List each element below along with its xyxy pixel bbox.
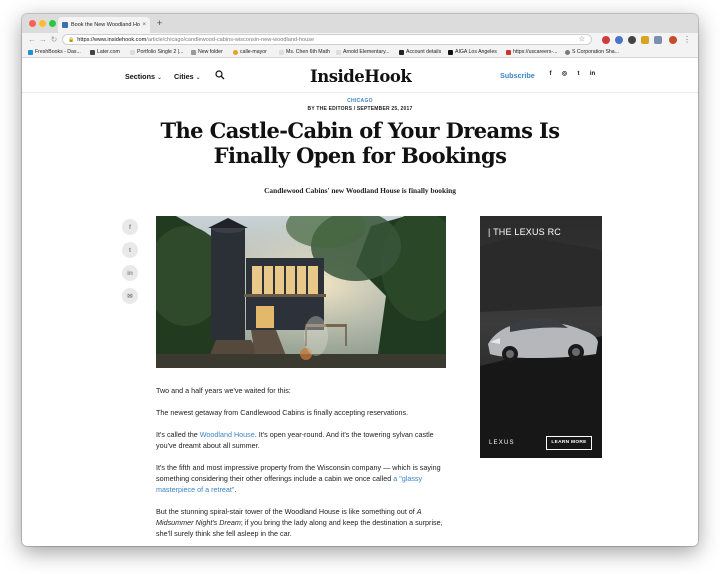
- bookmark-label: Ms. Chen 6th Math: [286, 49, 330, 55]
- hero-image: [156, 216, 446, 368]
- bookmark-item[interactable]: Account details: [399, 49, 441, 55]
- browser-toolbar: ← → ↻ 🔒 https://www.insidehook.com/artic…: [22, 33, 698, 47]
- bookmark-label: https://uscareers-...: [513, 49, 558, 55]
- bookmark-item[interactable]: New folder: [191, 49, 223, 55]
- sections-menu-button[interactable]: Sections ⌄: [125, 72, 162, 81]
- extension-icon[interactable]: [628, 36, 636, 44]
- article-byline: BY THE EDITORS / SEPTEMBER 25, 2017: [307, 106, 413, 112]
- bookmark-favicon-icon: [130, 49, 135, 55]
- tab-favicon-icon: [62, 22, 68, 28]
- tab-title: Book the New Woodland House: [71, 22, 140, 28]
- bookmark-item[interactable]: Arnold Elementary...: [336, 49, 390, 55]
- zoom-window-button[interactable]: [49, 20, 56, 27]
- paragraph-text: .: [234, 485, 237, 494]
- cities-label: Cities: [174, 72, 194, 81]
- article-paragraph: It's called the Woodland House. It's ope…: [156, 429, 448, 451]
- new-tab-button[interactable]: +: [154, 18, 165, 29]
- ad-headline: | THE LEXUS RC: [488, 227, 561, 237]
- paragraph-text: It's called the: [156, 430, 200, 439]
- chevron-down-icon: ⌄: [156, 75, 162, 81]
- article-headline: The Castle-Cabin of Your Dreams Is Final…: [160, 118, 560, 168]
- cities-menu-button[interactable]: Cities ⌄: [174, 72, 201, 81]
- bookmark-item[interactable]: calle-mayor: [233, 49, 267, 55]
- article-paragraph: The newest getaway from Candlewood Cabin…: [156, 408, 409, 417]
- web-page: Sections ⌄ Cities ⌄ InsideHook Subscribe f…: [22, 58, 698, 546]
- pinterest-extension-icon[interactable]: [602, 36, 610, 44]
- site-logo[interactable]: InsideHook: [310, 67, 412, 86]
- bookmark-item[interactable]: AIGA Los Angeles: [448, 49, 497, 55]
- bookmark-item[interactable]: https://uscareers-...: [506, 49, 557, 55]
- site-header: Sections ⌄ Cities ⌄ InsideHook Subscribe f…: [22, 58, 698, 93]
- bookmark-item[interactable]: Ms. Chen 6th Math: [279, 49, 330, 55]
- tab-close-icon[interactable]: ×: [142, 22, 146, 28]
- extension-icon[interactable]: [615, 36, 623, 44]
- bookmark-favicon-icon: [279, 49, 284, 55]
- bookmark-favicon-icon: [399, 49, 404, 55]
- sections-label: Sections: [125, 72, 155, 81]
- ad-background: [480, 216, 602, 458]
- menu-dots-icon[interactable]: ⋮: [682, 34, 692, 45]
- bookmark-label: Later.com: [97, 49, 120, 55]
- bookmark-label: Arnold Elementary...: [343, 49, 390, 55]
- bookmark-favicon-icon: [233, 49, 238, 55]
- bookmark-favicon-icon: [336, 49, 341, 55]
- learn-more-button[interactable]: LEARN MORE: [546, 436, 592, 450]
- url-host: https://www.insidehook.com: [77, 36, 147, 43]
- folder-icon: [191, 49, 196, 55]
- share-email-icon[interactable]: ✉: [122, 288, 138, 304]
- tab-strip: Book the New Woodland House × +: [22, 14, 698, 33]
- facebook-icon[interactable]: f: [546, 70, 555, 79]
- article-paragraph: Two and a half years we've waited for th…: [156, 386, 291, 395]
- share-linkedin-icon[interactable]: in: [122, 265, 138, 281]
- extension-icon[interactable]: [641, 36, 649, 44]
- share-facebook-icon[interactable]: f: [122, 219, 138, 235]
- instagram-icon[interactable]: ◎: [560, 70, 569, 79]
- bookmark-item[interactable]: Later.com: [90, 49, 120, 55]
- bookmark-favicon-icon: [506, 49, 511, 55]
- bookmark-label: New folder: [198, 49, 223, 55]
- article-dek: Candlewood Cabins' new Woodland House is…: [264, 186, 456, 195]
- url-path: /article/chicago/candlewood-cabins-wisco…: [146, 36, 315, 43]
- bookmarks-bar: FreshBooks - Das... Later.com Portfolio …: [22, 47, 698, 58]
- browser-tab-active[interactable]: Book the New Woodland House ×: [58, 17, 150, 33]
- share-twitter-icon[interactable]: t: [122, 242, 138, 258]
- bookmark-label: S Corporation Sha...: [572, 49, 620, 55]
- subscribe-link[interactable]: Subscribe: [500, 71, 535, 80]
- minimize-window-button[interactable]: [39, 20, 46, 27]
- close-window-button[interactable]: [29, 20, 36, 27]
- woodland-house-link[interactable]: Woodland House: [200, 430, 255, 439]
- address-bar[interactable]: 🔒 https://www.insidehook.com/article/chi…: [62, 34, 592, 45]
- bookmark-label: Account details: [406, 49, 442, 55]
- bookmark-item[interactable]: S Corporation Sha...: [565, 49, 619, 55]
- article-category[interactable]: CHICAGO: [22, 98, 698, 104]
- bookmark-favicon-icon: [90, 49, 95, 55]
- bookmark-label: Portfolio Single 2 |...: [137, 49, 184, 55]
- linkedin-icon[interactable]: in: [588, 70, 597, 79]
- bookmark-item[interactable]: FreshBooks - Das...: [28, 49, 81, 55]
- article-paragraph: It's the fifth and most impressive prope…: [156, 462, 448, 495]
- extension-icon[interactable]: [654, 36, 662, 44]
- twitter-icon[interactable]: t: [574, 70, 583, 79]
- article-paragraph: But the stunning spiral-stair tower of t…: [156, 506, 448, 539]
- bookmark-favicon-icon: [448, 49, 453, 55]
- reload-icon[interactable]: ↻: [49, 34, 59, 45]
- browser-window: Book the New Woodland House × + ← → ↻ 🔒 …: [22, 14, 698, 546]
- bookmark-favicon-icon: [565, 49, 570, 55]
- profile-avatar-icon[interactable]: [669, 36, 677, 44]
- bookmark-item[interactable]: Portfolio Single 2 |...: [130, 49, 183, 55]
- back-arrow-icon[interactable]: ←: [27, 34, 37, 45]
- lexus-logo: LEXUS: [489, 440, 515, 446]
- bookmark-favicon-icon: [28, 49, 33, 55]
- bookmark-label: FreshBooks - Das...: [35, 49, 81, 55]
- bookmark-star-icon[interactable]: ☆: [579, 35, 585, 44]
- chevron-down-icon: ⌄: [195, 75, 201, 81]
- bookmark-label: calle-mayor: [240, 49, 267, 55]
- search-icon[interactable]: [215, 70, 225, 80]
- forward-arrow-icon[interactable]: →: [38, 34, 48, 45]
- paragraph-text: But the stunning spiral-stair tower of t…: [156, 507, 417, 516]
- bookmark-label: AIGA Los Angeles: [455, 49, 497, 55]
- lexus-advertisement[interactable]: | THE LEXUS RC LEXUS LEARN MORE: [480, 216, 602, 458]
- lock-icon: 🔒: [68, 36, 75, 43]
